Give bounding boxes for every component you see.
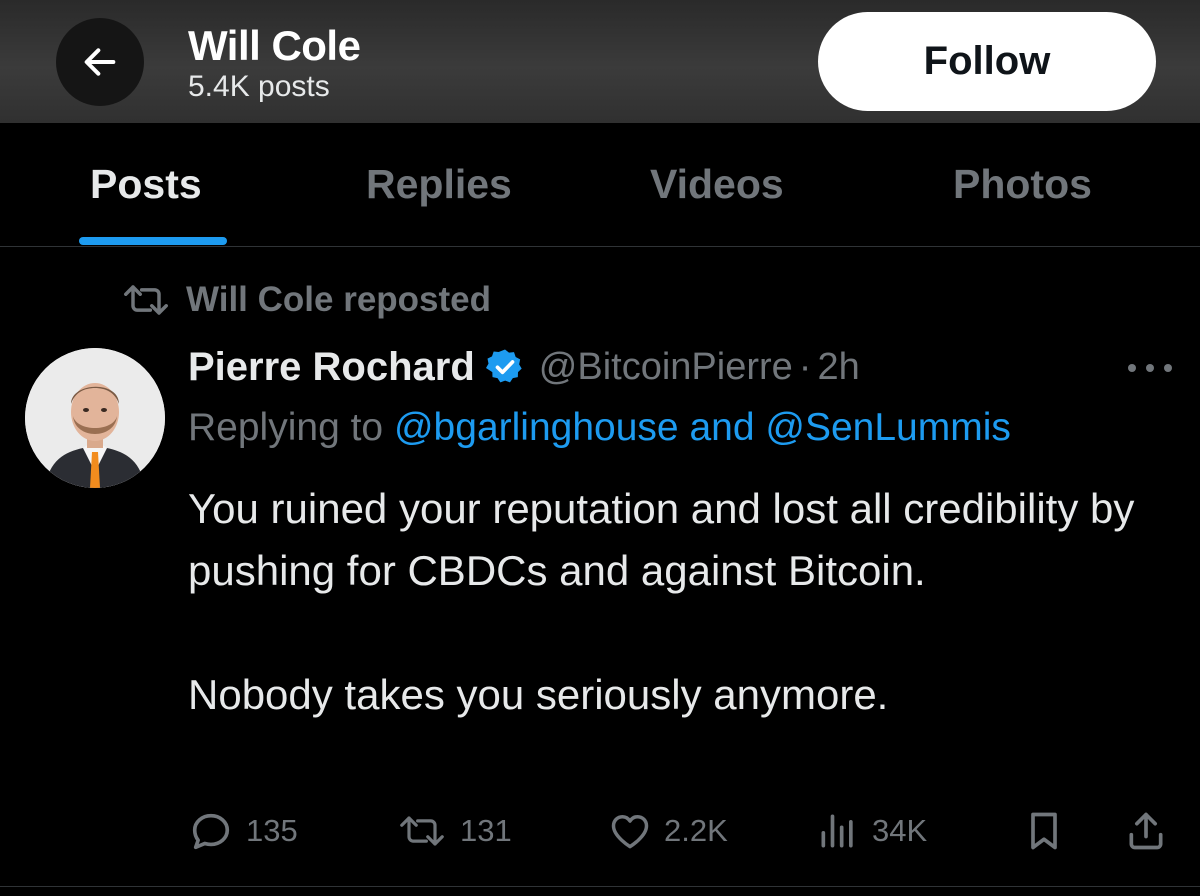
- mention-link[interactable]: @SenLummis: [765, 406, 1011, 449]
- tab-posts[interactable]: Posts: [90, 161, 202, 208]
- repost-icon: [400, 816, 444, 846]
- back-button[interactable]: [56, 18, 144, 106]
- view-count: 34K: [872, 813, 928, 848]
- profile-header: Will Cole 5.4K posts Follow: [0, 0, 1200, 123]
- tab-replies[interactable]: Replies: [366, 161, 512, 208]
- more-options-button[interactable]: [1128, 350, 1172, 386]
- more-horizontal-icon: [1128, 364, 1136, 372]
- share-button[interactable]: [1124, 804, 1180, 858]
- repost-context[interactable]: Will Cole reposted: [120, 280, 491, 320]
- post-paragraph: Nobody takes you seriously anymore.: [188, 671, 889, 718]
- post-timestamp[interactable]: 2h: [817, 346, 859, 389]
- verified-badge-icon: [485, 347, 525, 387]
- arrow-left-icon: [84, 48, 116, 76]
- views-button[interactable]: 34K: [816, 804, 927, 858]
- reply-icon: [192, 813, 230, 850]
- repost-count: 131: [460, 813, 512, 848]
- repost-label: Will Cole reposted: [186, 280, 492, 319]
- replying-prefix: Replying to: [188, 406, 384, 449]
- reply-count: 135: [246, 813, 298, 848]
- mention-joiner: and: [689, 406, 755, 449]
- separator-dot: ·: [798, 345, 812, 388]
- mention-link[interactable]: @bgarlinghouse: [394, 406, 679, 449]
- post-divider: [0, 886, 1200, 887]
- post-action-bar: 135 131 2.2K 34K: [188, 804, 1178, 858]
- tab-photos[interactable]: Photos: [953, 161, 1092, 208]
- follow-button[interactable]: Follow: [818, 12, 1156, 111]
- tab-videos[interactable]: Videos: [650, 161, 784, 208]
- repost-icon: [124, 285, 168, 315]
- post-paragraph: You ruined your reputation and lost all …: [188, 485, 1135, 594]
- analytics-icon: [821, 814, 853, 848]
- repost-button[interactable]: 131: [396, 804, 512, 858]
- like-button[interactable]: 2.2K: [608, 804, 728, 858]
- heart-icon: [611, 814, 649, 849]
- bookmark-icon: [1031, 812, 1057, 850]
- replying-to: Replying to @bgarlinghouse and @SenLummi…: [188, 406, 1011, 450]
- reply-button[interactable]: 135: [188, 804, 298, 858]
- post-text[interactable]: You ruined your reputation and lost all …: [188, 478, 1168, 726]
- post-author-row: Pierre Rochard @BitcoinPierre · 2h: [188, 340, 860, 394]
- profile-tabs: Posts Replies Videos Photos: [0, 123, 1200, 247]
- like-count: 2.2K: [664, 813, 728, 848]
- profile-name: Will Cole: [188, 22, 361, 69]
- active-tab-indicator: [79, 237, 227, 245]
- post-count: 5.4K posts: [188, 70, 330, 103]
- author-avatar[interactable]: [25, 348, 165, 488]
- author-handle[interactable]: @BitcoinPierre: [539, 346, 793, 389]
- avatar-image: [25, 348, 165, 488]
- author-name[interactable]: Pierre Rochard: [188, 345, 475, 390]
- share-icon: [1129, 812, 1163, 850]
- bookmark-button[interactable]: [1022, 804, 1078, 858]
